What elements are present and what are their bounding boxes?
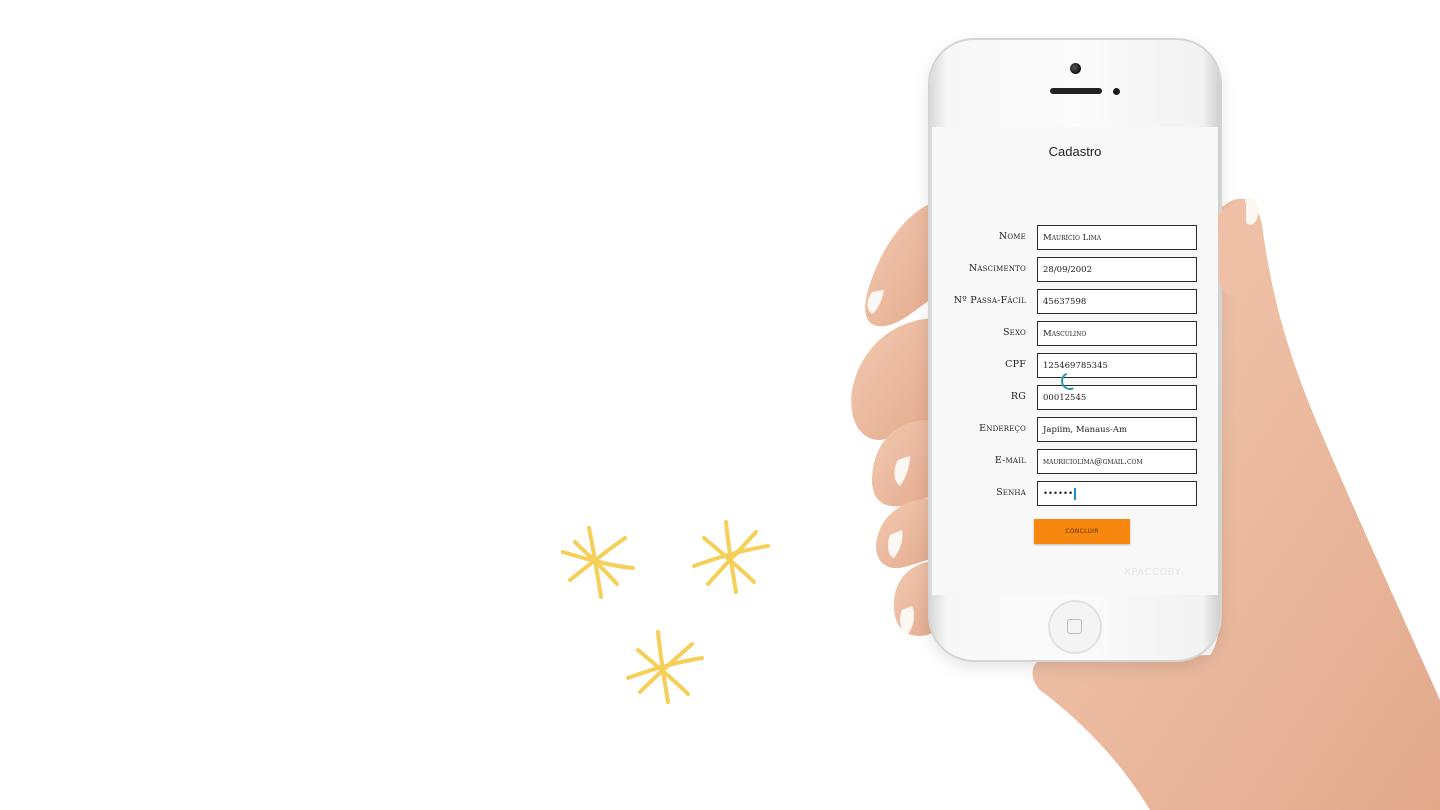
nome-label: Nome (998, 231, 1026, 242)
sexo-label: Sexo (1002, 327, 1026, 338)
form-row-nascimento: Nascimento 28/09/2002 (932, 257, 1218, 282)
nascimento-label: Nascimento (968, 263, 1026, 274)
home-button[interactable] (1048, 600, 1102, 654)
senha-label: Senha (996, 487, 1026, 498)
senha-input[interactable]: •••••• (1037, 481, 1197, 506)
front-camera-icon (1070, 63, 1081, 74)
nome-input[interactable]: Maurício Lima (1037, 225, 1197, 250)
cpf-label: CPF (1005, 359, 1026, 370)
senha-value: •••••• (1043, 488, 1074, 499)
endereco-input[interactable]: Japiim, Manaus-Am (1037, 417, 1197, 442)
text-caret (1074, 487, 1076, 500)
nascimento-input[interactable]: 28/09/2002 (1037, 257, 1197, 282)
form-row-rg: RG 00012545 (932, 385, 1218, 410)
watermark: XPACCOBY (1124, 567, 1182, 578)
hand-illustration (851, 198, 1440, 810)
form-row-sexo: Sexo Masculino (932, 321, 1218, 346)
form-row-passa-facil: Nº Passa-Fácil 45637598 (932, 289, 1218, 314)
sexo-input[interactable]: Masculino (1037, 321, 1197, 346)
form-row-endereco: Endereço Japiim, Manaus-Am (932, 417, 1218, 442)
smartphone: Cadastro Nome Maurício Lima Nascimento 2… (930, 40, 1220, 660)
form-row-nome: Nome Maurício Lima (932, 225, 1218, 250)
passa-facil-label: Nº Passa-Fácil (953, 295, 1026, 306)
earpiece-speaker (1050, 88, 1102, 94)
email-input[interactable]: mauriciolima@gmail.com (1037, 449, 1197, 474)
app-screen: Cadastro Nome Maurício Lima Nascimento 2… (932, 127, 1218, 595)
rg-input[interactable]: 00012545 (1037, 385, 1197, 410)
form-row-senha: Senha •••••• (932, 481, 1218, 506)
proximity-sensor (1113, 88, 1120, 95)
home-button-icon (1067, 619, 1082, 634)
email-label: E-mail (994, 455, 1026, 466)
rg-label: RG (1010, 391, 1026, 402)
form-row-email: E-mail mauriciolima@gmail.com (932, 449, 1218, 474)
stage: Cadastro Nome Maurício Lima Nascimento 2… (0, 0, 1440, 810)
page-title: Cadastro (1048, 144, 1102, 159)
passa-facil-input[interactable]: 45637598 (1037, 289, 1197, 314)
concluir-button[interactable]: CONCLUIR (1034, 519, 1130, 544)
cpf-input[interactable]: 12546978534​5 (1037, 353, 1197, 378)
endereco-label: Endereço (979, 423, 1026, 434)
